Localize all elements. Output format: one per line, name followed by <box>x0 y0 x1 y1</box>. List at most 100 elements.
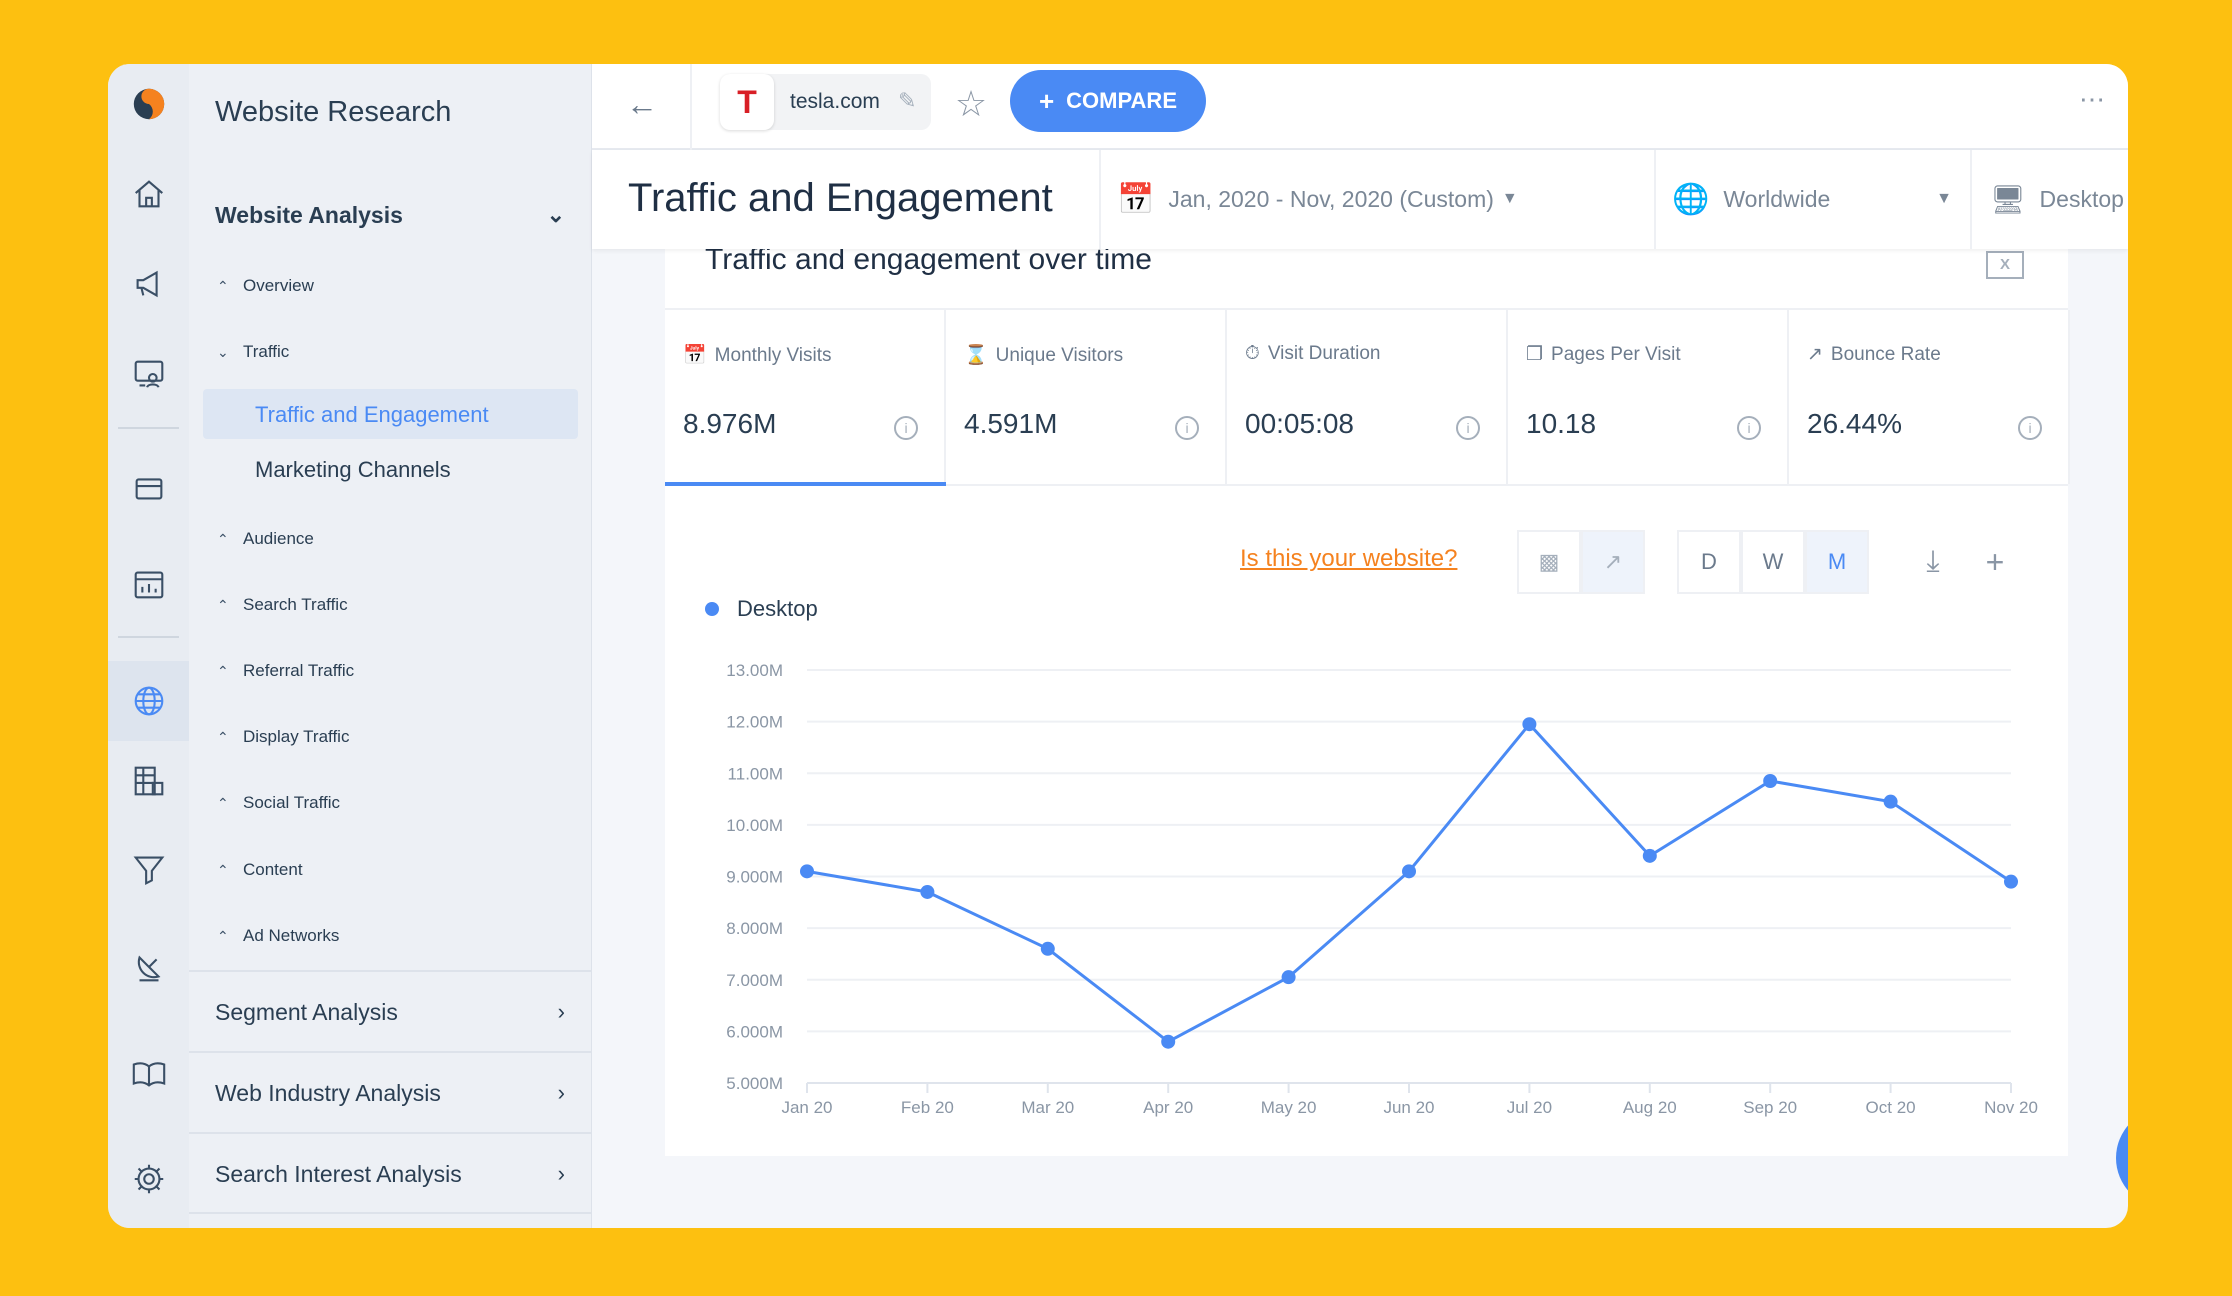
y-tick-label: 7.000M <box>726 971 783 990</box>
metric-card[interactable]: ↗ Bounce Rate 26.44% i <box>1789 310 2070 484</box>
download-icon[interactable]: ⤓ <box>1913 537 1953 587</box>
info-icon[interactable]: i <box>1456 416 1480 440</box>
region-dropdown[interactable]: 🌐 Worldwide ▼ <box>1672 176 1952 222</box>
top-bar: ← T tesla.com ✎ ☆ + COMPARE ⋯ <box>592 64 2128 150</box>
domain-chip[interactable]: T tesla.com ✎ <box>720 74 931 130</box>
inbox-icon[interactable] <box>108 458 189 518</box>
divider <box>1654 150 1656 249</box>
rail-divider <box>118 636 179 638</box>
is-this-your-website-link[interactable]: Is this your website? <box>1240 545 1457 573</box>
sidebar-item-display-traffic[interactable]: ⌃ Display Traffic <box>217 727 349 747</box>
sidebar-section-search-interest-analysis[interactable]: Search Interest Analysis › <box>215 1161 565 1188</box>
divider <box>189 970 592 972</box>
stopwatch-icon: ⏱ <box>1245 343 1260 364</box>
date-range-picker[interactable]: 📅 Jan, 2020 - Nov, 2020 (Custom) ▼ <box>1117 176 1518 222</box>
x-tick-label: Sep 20 <box>1743 1098 1797 1117</box>
globe-icon[interactable] <box>108 661 189 741</box>
back-arrow-icon[interactable]: ← <box>622 84 662 124</box>
metric-value: 4.591M <box>964 408 1058 439</box>
add-icon[interactable]: + <box>1975 537 2015 587</box>
data-point <box>1281 970 1296 985</box>
sidebar-section-segment-analysis[interactable]: Segment Analysis › <box>215 999 565 1026</box>
sidebar-item-ad-networks[interactable]: ⌃ Ad Networks <box>217 926 339 946</box>
edit-pencil-icon[interactable]: ✎ <box>898 88 916 114</box>
megaphone-icon[interactable] <box>108 254 189 314</box>
metric-card[interactable]: ❐ Pages Per Visit 10.18 i <box>1508 310 1789 484</box>
dashboard-icon[interactable] <box>108 554 189 614</box>
metric-value: 10.18 <box>1526 408 1597 439</box>
star-icon[interactable]: ☆ <box>949 82 993 126</box>
info-icon[interactable]: i <box>1175 416 1199 440</box>
sidebar-item-traffic[interactable]: ⌄ Traffic <box>217 342 289 362</box>
apps-grid-icon[interactable] <box>108 751 189 811</box>
metric-card[interactable]: ⏱ Visit Duration 00:05:08 i <box>1227 310 1508 484</box>
more-options-icon[interactable]: ⋯ <box>2072 84 2112 114</box>
info-icon[interactable]: i <box>2018 416 2042 440</box>
y-tick-label: 8.000M <box>726 919 783 938</box>
divider <box>1099 150 1101 249</box>
y-tick-label: 10.00M <box>726 816 783 835</box>
x-tick-label: Jan 20 <box>781 1098 832 1117</box>
label: Segment Analysis <box>215 999 398 1025</box>
divider <box>189 1212 592 1214</box>
line-chart: 5.000M 6.000M 7.000M 8.000M 9.000M 10.00M 11.0… <box>726 661 2038 1117</box>
device-label: Desktop <box>2039 185 2124 212</box>
sidebar-section-web-industry-analysis[interactable]: Web Industry Analysis › <box>215 1080 565 1107</box>
compare-label: COMPARE <box>1066 88 1177 113</box>
hourglass-icon: ⌛ <box>964 345 988 366</box>
data-point <box>1402 864 1416 879</box>
sidebar-item-referral-traffic[interactable]: ⌃ Referral Traffic <box>217 661 354 681</box>
book-icon[interactable] <box>108 1044 189 1104</box>
device-dropdown[interactable]: 🖥Desktop▼ <box>1990 176 2128 222</box>
caret-up-icon: ⌃ <box>217 862 229 878</box>
home-icon[interactable] <box>108 164 189 224</box>
settings-gear-icon[interactable] <box>108 1149 189 1209</box>
similarweb-logo-icon[interactable] <box>108 74 189 134</box>
sidebar-item-overview[interactable]: ⌃ Overview <box>217 276 314 296</box>
sidebar-item-social-traffic[interactable]: ⌃ Social Traffic <box>217 793 340 813</box>
caret-up-icon: ⌃ <box>217 928 229 944</box>
data-point <box>800 864 814 879</box>
label: Content <box>243 860 303 879</box>
funnel-icon[interactable] <box>108 839 189 899</box>
sidebar-item-search-traffic[interactable]: ⌃ Search Traffic <box>217 595 348 615</box>
data-point <box>920 884 935 899</box>
metric-label: 📅 Monthly Visits <box>683 343 832 367</box>
metric-label: ↗ Bounce Rate <box>1807 343 1941 366</box>
granularity-M-button[interactable]: M <box>1805 530 1869 594</box>
sidebar-item-marketing-channels[interactable]: Marketing Channels <box>255 457 451 483</box>
granularity-W-button[interactable]: W <box>1741 530 1805 594</box>
dropdown-caret-icon: ▼ <box>1936 190 1952 207</box>
metric-card[interactable]: 📅 Monthly Visits 8.976M i <box>665 310 946 484</box>
divider <box>1970 150 1972 249</box>
label: Audience <box>243 529 314 548</box>
metric-card[interactable]: ⌛ Unique Visitors 4.591M i <box>946 310 1227 484</box>
y-tick-label: 5.000M <box>726 1074 783 1093</box>
sidebar-item-content[interactable]: ⌃ Content <box>217 860 303 880</box>
metric-label: ⌛ Unique Visitors <box>964 343 1123 367</box>
metric-label-text: Monthly Visits <box>714 345 832 366</box>
compare-button[interactable]: + COMPARE <box>1010 70 1206 132</box>
granularity-D-button[interactable]: D <box>1677 530 1741 594</box>
chat-launcher-button[interactable] <box>2116 1108 2128 1208</box>
calendar-icon: 📅 <box>683 345 707 366</box>
excel-export-icon[interactable]: X <box>1986 251 2024 279</box>
sidebar-section-website-analysis[interactable]: Website Analysis ⌄ <box>215 202 565 229</box>
data-point <box>1763 773 1778 788</box>
x-tick-label: Jul 20 <box>1507 1098 1552 1117</box>
metric-label-text: Visit Duration <box>1267 343 1381 364</box>
line-chart-toggle-icon[interactable]: ↗ <box>1581 530 1645 594</box>
bar-chart-toggle-icon[interactable]: ▩ <box>1517 530 1581 594</box>
sidebar-item-audience[interactable]: ⌃ Audience <box>217 529 314 549</box>
satellite-dish-icon[interactable] <box>108 937 189 997</box>
sidebar-item-traffic-and-engagement[interactable]: Traffic and Engagement <box>255 402 489 428</box>
label: Social Traffic <box>243 793 341 812</box>
info-icon[interactable]: i <box>1737 416 1761 440</box>
icon-rail <box>108 64 189 1228</box>
data-point <box>1161 1034 1176 1049</box>
monitor-user-icon[interactable] <box>108 344 189 404</box>
data-point <box>2004 874 2018 889</box>
series-line-desktop <box>806 721 2012 1044</box>
metric-label: ❐ Pages Per Visit <box>1526 343 1681 366</box>
info-icon[interactable]: i <box>894 416 918 440</box>
